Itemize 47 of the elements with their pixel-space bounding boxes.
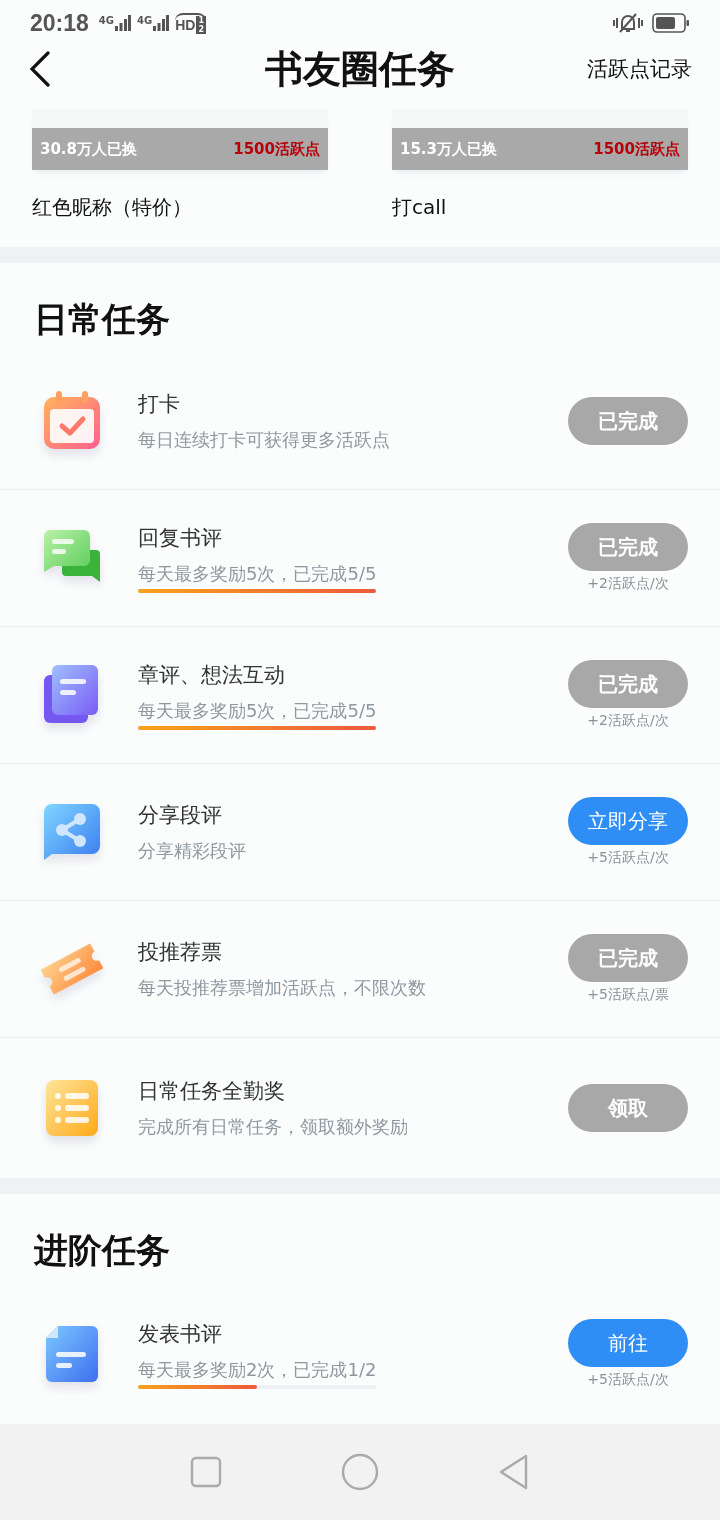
task-button[interactable]: 立即分享 [568, 797, 688, 845]
redeemed-count: 30.8万人已换 [40, 139, 137, 159]
home-button[interactable] [341, 1453, 379, 1491]
redeemed-count: 15.3万人已换 [400, 139, 497, 159]
task-title: 打卡 [138, 391, 181, 418]
task-description: 每日连续打卡可获得更多活跃点 [138, 428, 390, 452]
reward-rate: +5活跃点/票 [587, 986, 669, 1004]
network-type: 4G [137, 15, 153, 26]
page-title: 书友圈任务 [264, 44, 456, 93]
task-description: 完成所有日常任务，领取额外奖励 [138, 1115, 408, 1139]
reward-rate: +2活跃点/次 [587, 712, 669, 730]
reward-rate: +2活跃点/次 [587, 575, 669, 593]
reward-banner[interactable]: 15.3万人已换 1500活跃点 [392, 110, 688, 170]
task-button[interactable]: 前往 [568, 1319, 688, 1367]
task-description: 每天投推荐票增加活跃点，不限次数 [138, 976, 426, 1000]
task-button[interactable]: 已完成 [568, 934, 688, 982]
signal-icon [153, 15, 170, 31]
task-title: 投推荐票 [138, 939, 223, 966]
task-description: 分享精彩段评 [138, 839, 246, 863]
reward-rate: +5活跃点/次 [587, 849, 669, 867]
task-description: 每天最多奖励5次，已完成5/5 [138, 561, 377, 586]
task-button[interactable]: 已完成 [568, 523, 688, 571]
section-heading: 日常任务 [33, 298, 171, 341]
signal-icon [115, 15, 131, 31]
reward-banner[interactable]: 30.8万人已换 1500活跃点 [32, 110, 328, 170]
task-title: 发表书评 [138, 1320, 223, 1348]
recent-apps-button[interactable] [189, 1456, 222, 1488]
reward-rate: +5活跃点/次 [587, 1371, 669, 1389]
task-button[interactable]: 领取 [568, 1084, 688, 1132]
task-title: 回复书评 [138, 524, 223, 552]
task-description: 每天最多奖励2次，已完成1/2 [138, 1357, 377, 1382]
vibrate-icon [612, 11, 644, 35]
task-title: 日常任务全勤奖 [138, 1078, 286, 1105]
task-description: 每天最多奖励5次，已完成5/5 [138, 698, 377, 723]
section-heading: 进阶任务 [32, 1229, 171, 1272]
reward-name: 红色昵称（特价） [32, 194, 193, 221]
activity-log-link[interactable]: 活跃点记录 [587, 55, 692, 83]
battery-icon [652, 13, 690, 33]
task-title: 分享段评 [138, 802, 223, 829]
task-button[interactable]: 已完成 [568, 660, 688, 708]
clock-time: 20:18 [30, 9, 89, 37]
reward-name: 打call [392, 194, 448, 221]
reward-price: 1500活跃点 [593, 139, 680, 159]
task-title: 章评、想法互动 [138, 661, 286, 689]
network-type: 4G [98, 15, 114, 26]
reward-price: 1500活跃点 [233, 139, 320, 159]
task-button[interactable]: 已完成 [568, 397, 688, 445]
